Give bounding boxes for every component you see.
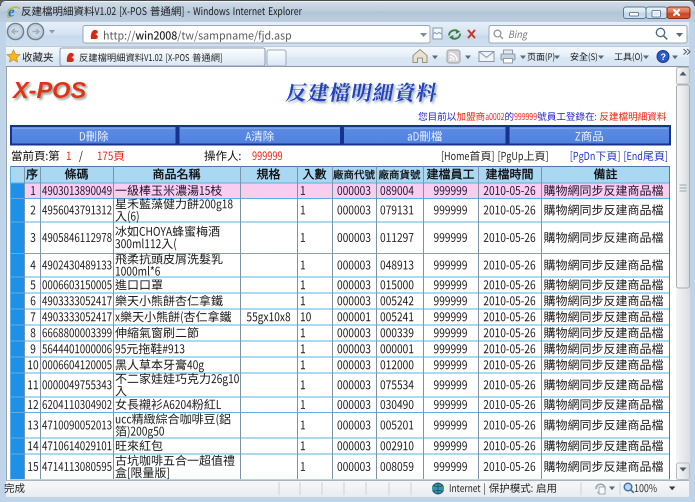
svg-text:?: ?	[661, 52, 667, 62]
svg-text:X-POS: X-POS	[11, 77, 86, 103]
